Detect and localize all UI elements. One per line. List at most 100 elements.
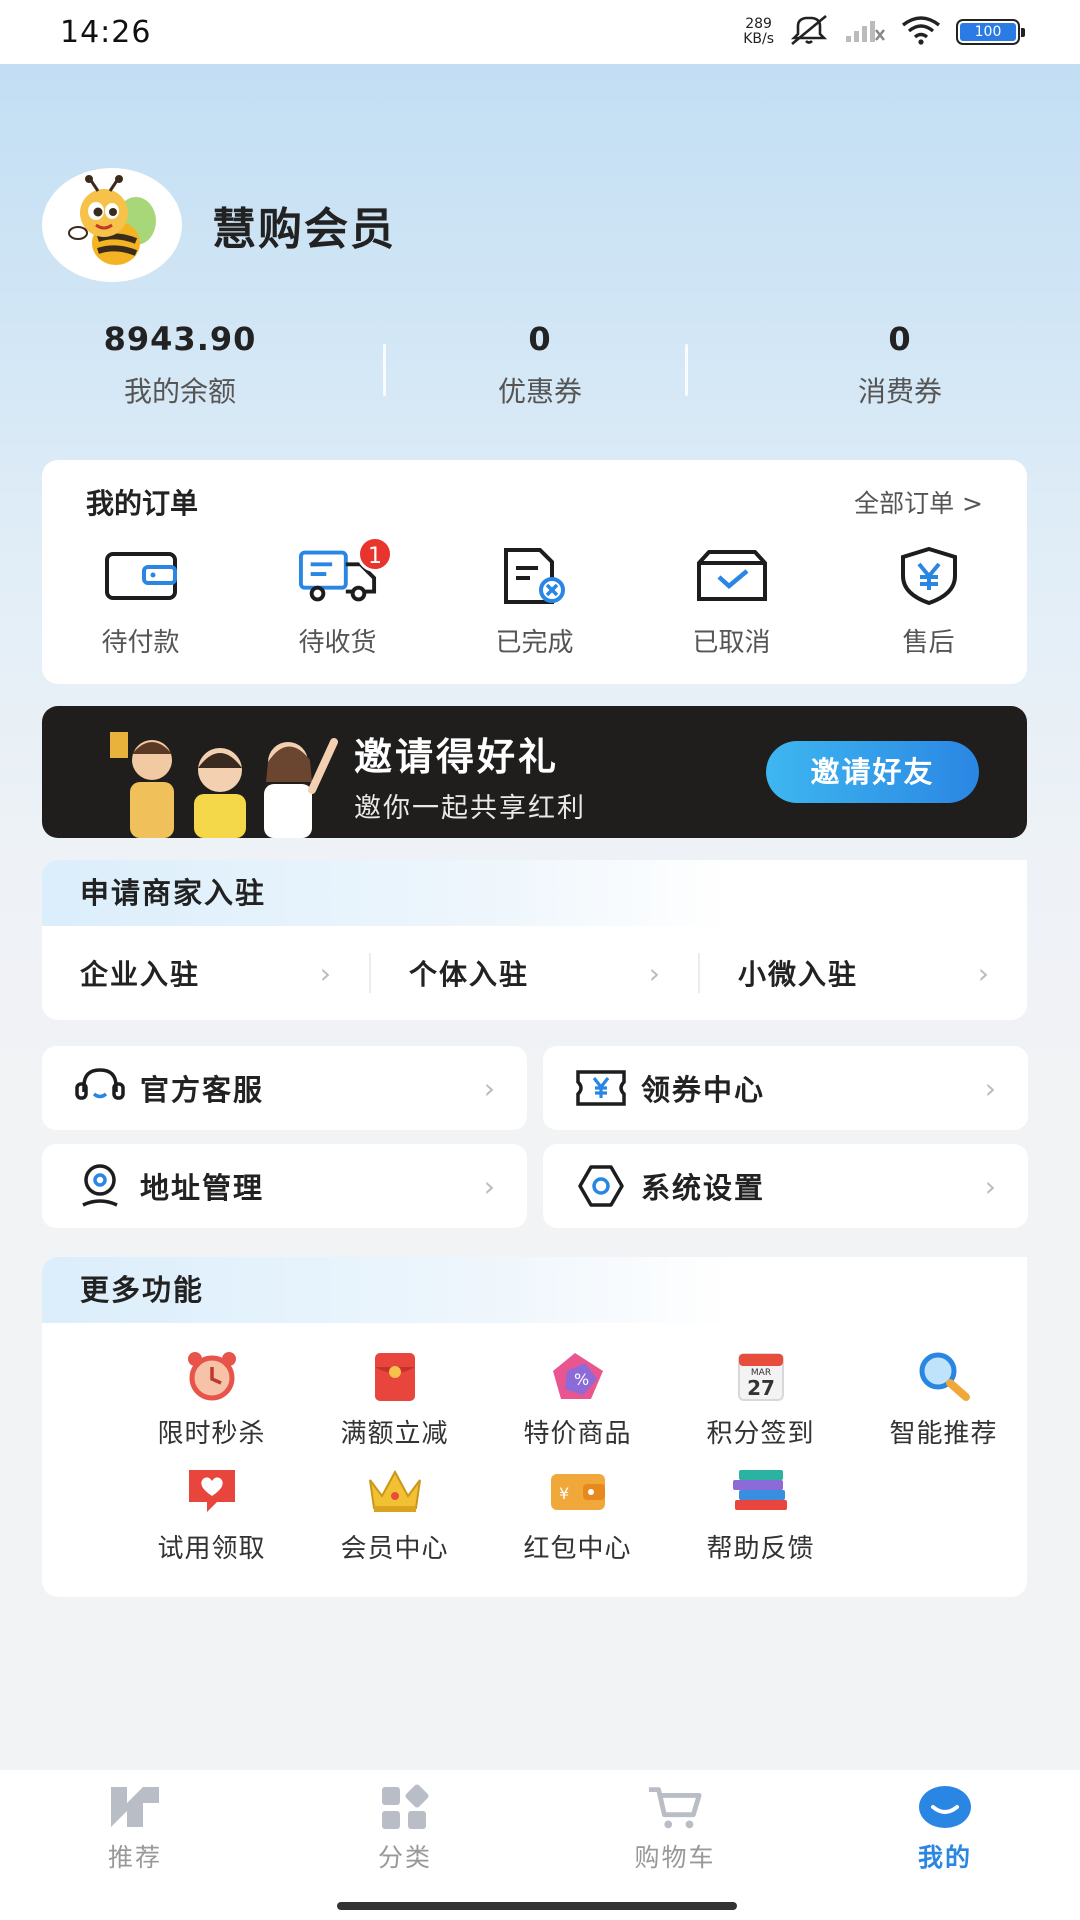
function-label: 帮助反馈 — [706, 1534, 815, 1564]
coupon-icon — [575, 1062, 627, 1114]
order-label: 售后 — [902, 628, 955, 658]
stat-balance[interactable]: 8943.90 我的余额 — [0, 320, 360, 420]
home-indicator[interactable] — [337, 1902, 737, 1910]
red-packet-center-item[interactable]: ¥ 红包中心 — [486, 1462, 669, 1565]
heart-message-icon — [180, 1462, 244, 1520]
coupon-center-tile[interactable]: 领券中心 › — [543, 1046, 1028, 1130]
chevron-right-icon: › — [483, 1169, 495, 1203]
avatar[interactable] — [42, 168, 182, 282]
alarm-clock-icon — [180, 1347, 244, 1405]
invite-title: 邀请得好礼 — [354, 735, 560, 779]
box-icon — [692, 544, 772, 608]
headset-icon — [74, 1062, 126, 1114]
network-speed-unit: KB/s — [743, 31, 774, 47]
tab-category[interactable]: 分类 — [270, 1770, 540, 1880]
magnifier-icon — [912, 1347, 976, 1405]
chevron-right-icon: › — [319, 956, 331, 990]
profile-header[interactable]: 慧购会员 — [42, 168, 396, 282]
function-label: 会员中心 — [340, 1534, 449, 1564]
tab-mine[interactable]: 我的 — [810, 1770, 1080, 1880]
invite-friends-button[interactable]: 邀请好友 — [766, 741, 979, 803]
trial-claim-item[interactable]: 试用领取 — [120, 1462, 303, 1565]
discount-bag-icon: % — [546, 1347, 610, 1405]
tile-label: 领券中心 — [641, 1073, 766, 1107]
chevron-right-icon: › — [648, 956, 660, 990]
function-label: 智能推荐 — [889, 1419, 998, 1449]
battery-level: 100 — [960, 23, 1016, 41]
merchant-micro[interactable]: 小微入驻 › — [700, 953, 1027, 993]
friends-illustration-icon — [110, 732, 338, 838]
status-icons: 289 KB/s 100 — [743, 14, 1025, 50]
member-center-item[interactable]: 会员中心 — [303, 1462, 486, 1565]
merchant-option-label: 小微入驻 — [738, 958, 859, 991]
status-bar: 14:26 289 KB/s 100 — [0, 0, 1080, 64]
tab-label: 我的 — [917, 1843, 972, 1872]
merchant-enterprise[interactable]: 企业入驻 › — [42, 953, 369, 993]
tab-label: 分类 — [377, 1843, 432, 1872]
order-pending-delivery[interactable]: 1 待收货 — [239, 536, 436, 659]
address-management-tile[interactable]: 地址管理 › — [42, 1144, 527, 1228]
merchant-individual[interactable]: 个体入驻 › — [371, 953, 698, 993]
clock: 14:26 — [60, 14, 152, 50]
more-functions-card: 更多功能 限时秒杀 满额立减 % 特价商品 MAR 27 积分签到 智能推荐 试… — [42, 1257, 1027, 1597]
stat-vouchers[interactable]: 0 消费券 — [720, 320, 1080, 420]
tab-label: 推荐 — [107, 1843, 162, 1872]
special-price-item[interactable]: % 特价商品 — [486, 1347, 669, 1450]
stat-coupons[interactable]: 0 优惠券 — [360, 320, 720, 420]
crown-icon — [363, 1462, 427, 1520]
battery-icon: 100 — [956, 19, 1025, 45]
shield-yen-icon — [889, 544, 969, 608]
unread-badge: 1 — [357, 536, 393, 572]
document-done-icon — [495, 544, 575, 608]
order-completed[interactable]: 已完成 — [436, 544, 633, 659]
all-orders-link[interactable]: 全部订单 > — [854, 484, 983, 520]
flash-sale-item[interactable]: 限时秒杀 — [120, 1347, 303, 1450]
customer-service-tile[interactable]: 官方客服 › — [42, 1046, 527, 1130]
profile-icon — [917, 1782, 973, 1832]
instant-discount-item[interactable]: 满额立减 — [303, 1347, 486, 1450]
invite-banner[interactable]: 邀请得好礼 邀你一起共享红利 邀请好友 — [42, 706, 1027, 838]
order-label: 待付款 — [101, 628, 180, 658]
wallet-icon — [101, 544, 181, 608]
location-icon — [74, 1160, 126, 1212]
red-envelope-icon — [363, 1347, 427, 1405]
function-label: 红包中心 — [523, 1534, 632, 1564]
order-after-sales[interactable]: 售后 — [830, 544, 1027, 659]
tab-label: 购物车 — [634, 1843, 716, 1872]
orders-title: 我的订单 — [86, 487, 199, 520]
merchant-card: 申请商家入驻 企业入驻 › 个体入驻 › 小微入驻 › — [42, 860, 1027, 1020]
smart-recommend-item[interactable]: 智能推荐 — [852, 1347, 1035, 1450]
order-cancelled[interactable]: 已取消 — [633, 544, 830, 659]
order-pending-payment[interactable]: 待付款 — [42, 544, 239, 659]
stat-divider — [383, 344, 386, 396]
signal-icon — [844, 16, 886, 48]
balance-label: 我的余额 — [123, 375, 236, 408]
category-icon — [377, 1782, 433, 1832]
coupons-value: 0 — [528, 320, 552, 358]
help-feedback-item[interactable]: 帮助反馈 — [669, 1462, 852, 1565]
tile-label: 系统设置 — [641, 1171, 766, 1205]
order-label: 待收货 — [298, 628, 377, 658]
tab-recommend[interactable]: 推荐 — [0, 1770, 270, 1880]
tab-cart[interactable]: 购物车 — [540, 1770, 810, 1880]
svg-text:%: % — [574, 1370, 589, 1389]
order-label: 已取消 — [692, 628, 771, 658]
vouchers-label: 消费券 — [857, 375, 942, 408]
order-label: 已完成 — [495, 628, 574, 658]
chevron-right-icon: › — [984, 1169, 996, 1203]
function-label: 积分签到 — [706, 1419, 815, 1449]
merchant-title: 申请商家入驻 — [42, 860, 1027, 926]
function-label: 限时秒杀 — [157, 1419, 266, 1449]
recommend-icon — [107, 1782, 163, 1832]
system-settings-tile[interactable]: 系统设置 › — [543, 1144, 1028, 1228]
points-checkin-item[interactable]: MAR 27 积分签到 — [669, 1347, 852, 1450]
tile-label: 地址管理 — [140, 1171, 265, 1205]
vouchers-value: 0 — [888, 320, 912, 358]
chevron-right-icon: › — [984, 1071, 996, 1105]
merchant-option-label: 企业入驻 — [80, 958, 201, 991]
tile-label: 官方客服 — [140, 1073, 265, 1107]
coupons-label: 优惠券 — [497, 375, 582, 408]
wallet-yen-icon: ¥ — [546, 1462, 610, 1520]
orders-card: 我的订单 全部订单 > 待付款 1 待收货 已完成 已取消 售后 — [42, 460, 1027, 684]
bee-mascot-icon — [68, 175, 156, 265]
